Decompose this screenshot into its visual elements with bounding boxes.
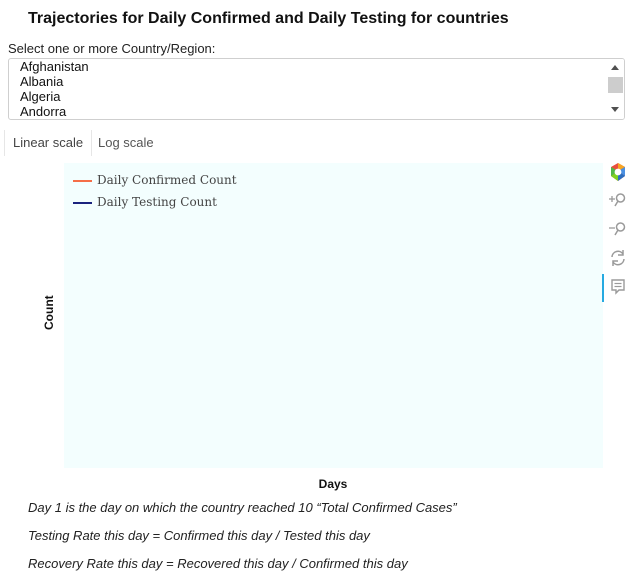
legend-label-confirmed: Daily Confirmed Count bbox=[97, 173, 237, 187]
bokeh-logo-icon[interactable] bbox=[608, 162, 628, 182]
note-day1: Day 1 is the day on which the country re… bbox=[28, 500, 457, 515]
page-title: Trajectories for Daily Confirmed and Dai… bbox=[28, 10, 509, 27]
listbox-scrollbar[interactable] bbox=[607, 59, 624, 119]
y-axis-label: Count bbox=[42, 295, 56, 330]
country-option-andorra[interactable]: Andorra bbox=[20, 104, 66, 119]
note-testing-rate: Testing Rate this day = Confirmed this d… bbox=[28, 528, 370, 543]
tab-linear-scale[interactable]: Linear scale bbox=[4, 130, 93, 156]
scroll-down-icon[interactable] bbox=[611, 107, 619, 112]
zoom-out-icon[interactable] bbox=[608, 219, 628, 239]
country-option-algeria[interactable]: Algeria bbox=[20, 89, 60, 104]
x-axis-label: Days bbox=[318, 477, 348, 491]
country-multiselect[interactable]: Afghanistan Albania Algeria Andorra bbox=[8, 58, 625, 120]
note-recovery-rate: Recovery Rate this day = Recovered this … bbox=[28, 556, 408, 571]
scroll-up-icon[interactable] bbox=[611, 65, 619, 70]
legend-label-testing: Daily Testing Count bbox=[97, 195, 217, 209]
reset-icon[interactable] bbox=[608, 248, 628, 268]
country-option-albania[interactable]: Albania bbox=[20, 74, 63, 89]
hover-tooltip-icon[interactable] bbox=[608, 277, 628, 297]
zoom-in-icon[interactable] bbox=[608, 190, 628, 210]
legend-swatch-testing bbox=[73, 202, 92, 204]
country-option-afghanistan[interactable]: Afghanistan bbox=[20, 59, 89, 74]
tab-log-scale[interactable]: Log scale bbox=[90, 130, 162, 156]
chart-toolbar bbox=[602, 160, 632, 310]
scroll-thumb[interactable] bbox=[608, 77, 623, 93]
legend-swatch-confirmed bbox=[73, 180, 92, 182]
active-tool-indicator bbox=[602, 274, 604, 302]
dashboard-page: Trajectories for Daily Confirmed and Dai… bbox=[0, 0, 640, 580]
country-select-label: Select one or more Country/Region: bbox=[8, 41, 216, 56]
